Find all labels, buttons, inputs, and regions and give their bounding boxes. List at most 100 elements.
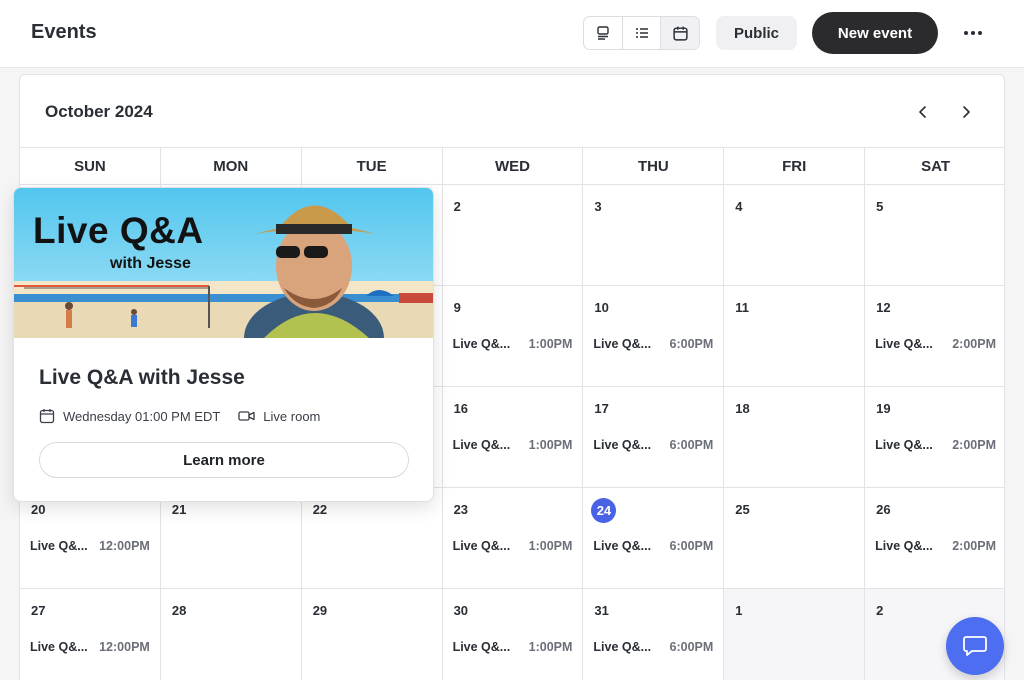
day-number: 22 xyxy=(312,502,328,517)
more-horizontal-icon xyxy=(964,31,968,35)
list-view-button[interactable] xyxy=(623,17,662,49)
calendar-day-cell[interactable]: 30 Live Q&... 1:00PM xyxy=(443,589,584,680)
event-chip-time: 2:00PM xyxy=(952,539,996,553)
event-chip-time: 12:00PM xyxy=(99,640,150,654)
calendar-event-chip[interactable]: Live Q&... 1:00PM xyxy=(453,539,573,553)
next-month-button[interactable] xyxy=(955,101,977,123)
event-chip-title: Live Q&... xyxy=(875,438,933,452)
event-title[interactable]: Live Q&A with Jesse xyxy=(39,366,245,390)
calendar-day-cell[interactable]: 29 xyxy=(302,589,443,680)
event-banner-image[interactable]: Live Q&A with Jesse xyxy=(14,188,433,338)
day-number: 30 xyxy=(453,603,469,618)
calendar-day-cell[interactable]: 1 xyxy=(724,589,866,680)
calendar-day-cell[interactable]: 28 xyxy=(161,589,302,680)
calendar-event-chip[interactable]: Live Q&... 2:00PM xyxy=(875,337,996,351)
calendar-event-chip[interactable]: Live Q&... 12:00PM xyxy=(30,539,150,553)
today-day-number: 24 xyxy=(591,498,617,523)
day-number: 18 xyxy=(735,401,750,416)
day-number: 31 xyxy=(594,603,609,618)
calendar-day-cell[interactable]: 21 xyxy=(161,488,302,588)
day-number: 11 xyxy=(735,300,750,315)
day-number: 10 xyxy=(594,300,609,315)
chevron-left-icon xyxy=(919,106,926,118)
calendar-view-button[interactable] xyxy=(661,17,699,49)
event-chip-title: Live Q&... xyxy=(452,640,511,654)
public-button[interactable]: Public xyxy=(716,16,797,50)
calendar-event-chip[interactable]: Live Q&... 6:00PM xyxy=(593,640,713,654)
more-options-button[interactable] xyxy=(958,21,988,45)
calendar-week-row: 27 Live Q&... 12:00PM 28 29 30 Live Q&... 1:00P… xyxy=(20,589,1004,680)
month-label: October 2024 xyxy=(45,102,153,121)
top-bar: Events Public New event xyxy=(0,0,1024,68)
learn-more-button[interactable]: Learn more xyxy=(39,442,409,478)
weekday-label: THU xyxy=(583,148,725,184)
card-view-button[interactable] xyxy=(584,17,623,49)
calendar-day-cell[interactable]: 20 Live Q&... 12:00PM xyxy=(20,488,161,588)
day-number: 28 xyxy=(171,603,187,618)
chat-bubble-icon xyxy=(963,636,987,656)
calendar-day-cell[interactable]: 11 xyxy=(724,286,866,386)
day-number: 2 xyxy=(876,603,884,618)
calendar-day-cell[interactable]: 24 Live Q&... 6:00PM xyxy=(583,488,725,588)
weekday-label: WED xyxy=(443,148,584,184)
calendar-day-cell[interactable]: 9 Live Q&... 1:00PM xyxy=(443,286,584,386)
weekday-label: SAT xyxy=(921,157,951,175)
new-event-button[interactable]: New event xyxy=(812,12,938,54)
chat-launcher-button[interactable] xyxy=(946,617,1004,675)
calendar-day-cell[interactable]: 23 Live Q&... 1:00PM xyxy=(443,488,584,588)
event-chip-time: 6:00PM xyxy=(669,438,714,452)
calendar-day-cell[interactable]: 25 xyxy=(724,488,866,588)
banner-title: Live Q&A xyxy=(33,210,204,251)
calendar-day-cell[interactable]: 5 xyxy=(865,185,1004,285)
calendar-day-cell[interactable]: 22 xyxy=(302,488,443,588)
calendar-day-cell[interactable]: 19 Live Q&... 2:00PM xyxy=(865,387,1004,487)
calendar-event-chip[interactable]: Live Q&... 2:00PM xyxy=(875,438,996,452)
day-number: 1 xyxy=(735,603,743,618)
calendar-event-chip[interactable]: Live Q&... 1:00PM xyxy=(453,438,573,452)
calendar-event-chip[interactable]: Live Q&... 1:00PM xyxy=(453,640,573,654)
day-number: 2 xyxy=(453,199,461,214)
event-chip-time: 1:00PM xyxy=(528,337,573,351)
calendar-event-chip[interactable]: Live Q&... 2:00PM xyxy=(875,539,996,553)
day-number: 27 xyxy=(31,603,46,618)
calendar-day-cell[interactable]: 31 Live Q&... 6:00PM xyxy=(583,589,725,680)
day-number: 20 xyxy=(31,502,46,517)
calendar-day-cell[interactable]: 26 Live Q&... 2:00PM xyxy=(865,488,1004,588)
calendar-day-cell[interactable]: 18 xyxy=(724,387,866,487)
calendar-day-cell[interactable]: 10 Live Q&... 6:00PM xyxy=(583,286,725,386)
weekday-label: TUE xyxy=(302,148,443,184)
calendar-day-cell[interactable]: 2 xyxy=(443,185,584,285)
event-chip-title: Live Q&... xyxy=(30,539,88,553)
calendar-day-cell[interactable]: 17 Live Q&... 6:00PM xyxy=(583,387,725,487)
calendar-event-chip[interactable]: Live Q&... 1:00PM xyxy=(453,337,573,351)
event-chip-title: Live Q&... xyxy=(593,640,652,654)
event-chip-title: Live Q&... xyxy=(593,438,652,452)
event-chip-time: 6:00PM xyxy=(669,640,714,654)
event-chip-title: Live Q&... xyxy=(452,438,511,452)
event-chip-time: 6:00PM xyxy=(669,539,714,553)
event-chip-time: 2:00PM xyxy=(952,438,996,452)
calendar-event-chip[interactable]: Live Q&... 6:00PM xyxy=(593,337,713,351)
page-title: Events xyxy=(31,21,97,43)
event-chip-title: Live Q&... xyxy=(30,640,88,654)
event-chip-time: 1:00PM xyxy=(528,539,573,553)
previous-month-button[interactable] xyxy=(912,101,934,123)
calendar-day-cell[interactable]: 27 Live Q&... 12:00PM xyxy=(20,589,161,680)
banner-subtitle: with Jesse xyxy=(110,255,191,272)
calendar-day-cell[interactable]: 3 xyxy=(583,185,725,285)
calendar-week-row: 20 Live Q&... 12:00PM 21 22 23 Live Q&... 1:00P… xyxy=(20,488,1004,589)
calendar-event-chip[interactable]: Live Q&... 6:00PM xyxy=(593,539,713,553)
calendar-day-cell[interactable]: 12 Live Q&... 2:00PM xyxy=(865,286,1004,386)
calendar-icon xyxy=(39,408,55,424)
event-chip-time: 12:00PM xyxy=(99,539,150,553)
day-number: 3 xyxy=(594,199,602,214)
calendar-day-cell[interactable]: 4 xyxy=(724,185,866,285)
calendar-day-cell[interactable]: 16 Live Q&... 1:00PM xyxy=(443,387,584,487)
calendar-event-chip[interactable]: Live Q&... 12:00PM xyxy=(30,640,150,654)
chevron-right-icon xyxy=(963,106,970,118)
calendar-event-chip[interactable]: Live Q&... 6:00PM xyxy=(593,438,713,452)
event-chip-time: 6:00PM xyxy=(669,337,714,351)
event-chip-title: Live Q&... xyxy=(875,337,933,351)
day-number: 21 xyxy=(171,502,187,517)
event-chip-title: Live Q&... xyxy=(593,539,652,553)
